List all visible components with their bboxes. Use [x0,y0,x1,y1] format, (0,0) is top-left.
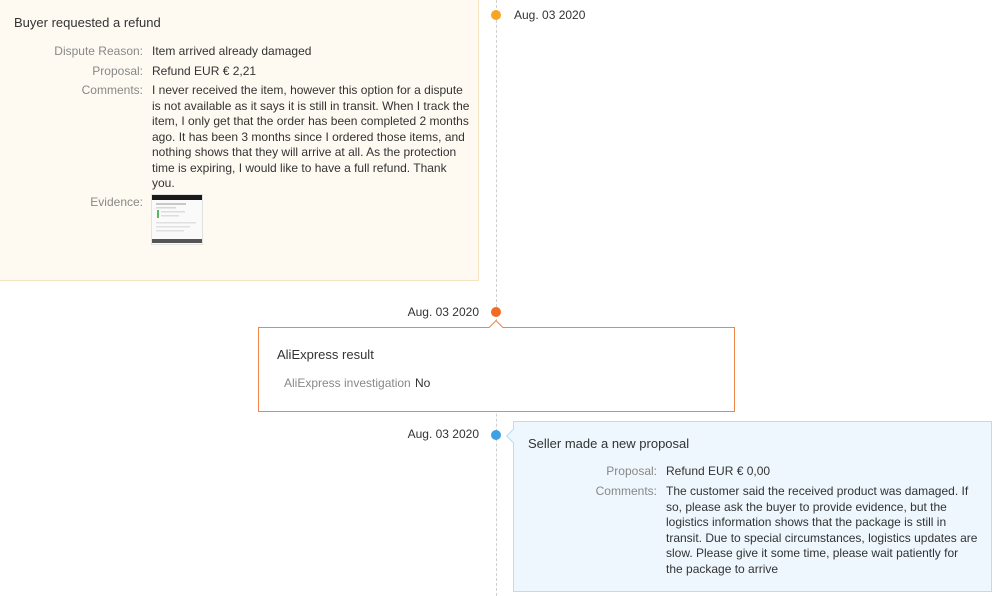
event-date-buyer: Aug. 03 2020 [514,8,586,22]
seller-proposal-title: Seller made a new proposal [528,436,690,451]
seller-proposal-value: Refund EUR € 0,00 [666,464,771,478]
timeline-dot-buyer [491,10,501,20]
buyer-proposal-label: Proposal: [92,64,143,78]
aliexpress-result-card: AliExpress result AliExpress investigati… [258,327,735,412]
evidence-image-thumbnail[interactable] [151,194,203,245]
buyer-proposal-value: Refund EUR € 2,21 [152,64,257,78]
seller-comments-value: The customer said the received product w… [666,484,978,576]
seller-comments-label: Comments: [595,484,657,498]
event-date-aliexpress: Aug. 03 2020 [407,305,479,319]
buyer-refund-title: Buyer requested a refund [14,15,161,30]
dispute-reason-label: Dispute Reason: [54,44,143,58]
buyer-refund-card: Buyer requested a refund Dispute Reason:… [0,0,479,281]
seller-proposal-card: Seller made a new proposal Proposal: Ref… [513,421,992,592]
investigation-label: AliExpress investigation [284,376,411,390]
buyer-comments-value: I never received the item, however this … [152,83,470,190]
timeline-line [496,0,497,596]
aliexpress-result-title: AliExpress result [277,347,374,362]
buyer-comments-label: Comments: [81,83,143,97]
evidence-label: Evidence: [90,195,143,209]
timeline-dot-aliexpress [491,307,501,317]
timeline-dot-seller [491,430,501,440]
event-date-seller: Aug. 03 2020 [407,427,479,441]
investigation-value: No [415,376,431,390]
seller-proposal-label: Proposal: [606,464,657,478]
dispute-reason-value: Item arrived already damaged [152,44,312,58]
